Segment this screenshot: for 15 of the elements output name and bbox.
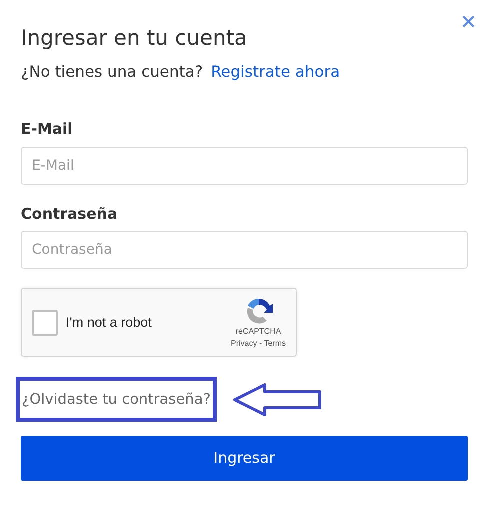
captcha-links[interactable]: Privacy - Terms — [231, 338, 286, 350]
submit-button[interactable]: Ingresar — [21, 436, 468, 482]
dialog-title: Ingresar en tu cuenta — [21, 26, 248, 52]
signup-link[interactable]: Registrate ahora — [211, 61, 340, 84]
captcha-brand: reCAPTCHA — [236, 326, 282, 338]
field-label: E-Mail — [21, 119, 74, 140]
input-field[interactable]: E-Mail — [21, 146, 468, 185]
forgot-password-link[interactable]: ¿Olvidaste tu contraseña? — [22, 392, 211, 408]
arrow-icon — [232, 382, 323, 417]
input-field[interactable]: Contraseña — [21, 231, 468, 270]
field-label: Contraseña — [21, 204, 119, 225]
signup-prompt: ¿No tienes una cuenta? — [21, 62, 204, 84]
captcha-checkbox[interactable] — [32, 310, 58, 336]
captcha-label: I'm not a robot — [66, 314, 153, 332]
close-button[interactable]: ✕ — [460, 12, 477, 32]
